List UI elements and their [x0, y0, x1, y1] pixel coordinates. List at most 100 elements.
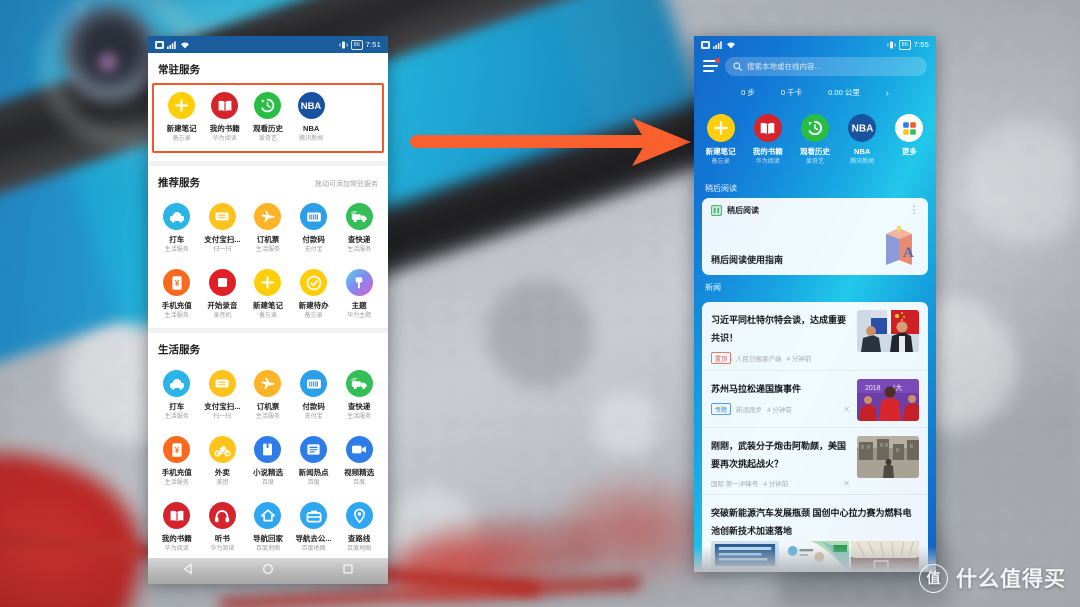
shortcut-name: 新建笔记	[705, 147, 736, 156]
delivery-truck-icon	[345, 203, 373, 230]
life-services-row-1: 打车 生活服务 支付宝扫... 扫一扫 订机票 生活服务 付款码 支付宝 查快递…	[148, 363, 388, 429]
news-list-item[interactable]: 刚刚，武装分子炮击阿勒颇，美国要再次挑起战火？ 国际 第一冲锋号 4 分钟前 ✕	[702, 428, 928, 495]
service-source: 生活服务	[164, 480, 189, 486]
hamburger-menu-icon[interactable]	[703, 58, 720, 73]
service-tile[interactable]: 付款码 支付宝	[291, 363, 337, 429]
watermark-text: 什么值得买	[956, 568, 1066, 591]
left-phone-screenshot: 86 7:51 常驻服务 新建笔记 备忘录 我的书籍 华为阅读 观看历史 爱奇艺…	[148, 36, 388, 584]
news-list-item[interactable]: 苏州马拉松递国旗事件 专题 新浪跑步 4 分钟前 ✕ 2018 (大	[702, 371, 928, 428]
plus-icon	[254, 269, 282, 296]
service-source: 录音机	[213, 313, 232, 319]
service-tile[interactable]: 新建待办 备忘录	[291, 262, 337, 328]
news-list-item[interactable]: 习近平同杜特尔特会谈，达成重要共识！ 置顶 人民日报客户端 4 分钟前	[702, 302, 928, 371]
news-tag: 置顶	[711, 352, 732, 364]
more-vertical-icon[interactable]: ⋮	[909, 205, 919, 215]
service-tile[interactable]: ¥ 手机充值 生活服务	[154, 429, 200, 495]
service-tile[interactable]: 开始录音 录音机	[200, 262, 246, 328]
scan-icon	[208, 370, 236, 397]
service-tile[interactable]: 我的书籍 华为阅读	[203, 85, 246, 151]
service-name: 导航去公...	[295, 534, 332, 543]
back-triangle-icon[interactable]	[182, 562, 194, 580]
shortcut-tile-more[interactable]: 更多	[886, 107, 933, 174]
service-name: 查快递	[347, 402, 371, 411]
service-tile[interactable]: 新闻热点 百度	[291, 429, 337, 495]
service-tile[interactable]: 外卖 美团	[200, 429, 246, 495]
service-tile[interactable]: 听书 华为阅读	[200, 495, 246, 561]
service-name: NBA	[303, 124, 320, 133]
news-source: 国际 第一冲锋号	[711, 481, 759, 488]
shortcut-tile[interactable]: 新建笔记 备忘录	[697, 107, 744, 174]
service-name: 新建待办	[298, 301, 329, 310]
service-tile[interactable]: 主题 华为主题	[336, 262, 382, 328]
service-source: 生活服务	[347, 414, 372, 420]
service-tile[interactable]: 查快递 生活服务	[336, 196, 382, 262]
service-tile[interactable]: NBA NBA 腾讯新闻	[290, 85, 333, 151]
theme-brush-icon	[345, 269, 373, 296]
clock-time: 7:51	[365, 40, 381, 49]
service-name: 新建笔记	[166, 124, 197, 133]
right-phone-screenshot: 86 7:55 搜索本地或在线内容... 0 步 0 千卡 0.00 公里 ›	[694, 36, 936, 572]
service-tile[interactable]: 打车 生活服务	[154, 196, 200, 262]
service-tile[interactable]: 支付宝扫... 扫一扫	[200, 196, 246, 262]
svg-text:¥: ¥	[175, 279, 180, 288]
service-name: 新建笔记	[252, 301, 283, 310]
shortcut-name: 我的书籍	[752, 147, 783, 156]
service-tile[interactable]: 我的书籍 华为阅读	[154, 495, 200, 561]
recents-square-icon[interactable]	[342, 562, 354, 580]
news-title: 习近平同杜特尔特会谈，达成重要共识！	[711, 315, 847, 343]
service-tile[interactable]: 订机票 生活服务	[245, 196, 291, 262]
briefcase-icon	[300, 502, 328, 529]
shortcut-source: 备忘录	[711, 159, 730, 165]
news-list-item[interactable]: 突破新能源汽车发展瓶颈 国创中心拉力赛为燃料电池创新技术加速落地	[702, 495, 928, 572]
service-tile[interactable]: 支付宝扫... 扫一扫	[200, 363, 246, 429]
service-tile[interactable]: 查快递 生活服务	[336, 363, 382, 429]
signal-bars-icon	[713, 40, 722, 49]
life-services-row-2: ¥ 手机充值 生活服务 外卖 美团 小说精选 百度 新闻热点 百度 视频精选 百…	[148, 429, 388, 495]
screenshot-canvas: 86 7:51 常驻服务 新建笔记 备忘录 我的书籍 华为阅读 观看历史 爱奇艺…	[0, 0, 1080, 607]
shortcut-tile[interactable]: NBA NBA 腾讯新闻	[839, 107, 886, 174]
service-tile[interactable]: 观看历史 爱奇艺	[246, 85, 289, 151]
news-item-text: 突破新能源汽车发展瓶颈 国创中心拉力赛为燃料电池创新技术加速落地	[702, 495, 928, 541]
check-circle-icon	[300, 269, 328, 296]
shortcut-tile[interactable]: 我的书籍 华为阅读	[744, 107, 791, 174]
service-tile[interactable]: 打车 生活服务	[154, 363, 200, 429]
service-name: 开始录音	[207, 301, 238, 310]
service-tile[interactable]: 导航回家 百度地图	[245, 495, 291, 561]
home-circle-icon[interactable]	[262, 562, 274, 580]
news-thumbnail	[711, 541, 779, 572]
calories-value: 0	[780, 88, 786, 97]
service-source: 百度	[353, 480, 366, 486]
service-tile[interactable]: 新建笔记 备忘录	[245, 262, 291, 328]
service-tile[interactable]: 付款码 支付宝	[291, 196, 337, 262]
close-icon[interactable]: ✕	[843, 479, 850, 488]
service-tile[interactable]: 小说精选 百度	[245, 429, 291, 495]
book-icon	[211, 92, 239, 119]
service-name: 听书	[214, 534, 230, 543]
left-phone-content: 常驻服务 新建笔记 备忘录 我的书籍 华为阅读 观看历史 爱奇艺 NBA NBA…	[148, 53, 388, 584]
shortcut-name: NBA	[854, 147, 871, 156]
section-title-recommended-services: 推荐服务	[158, 177, 200, 189]
close-icon[interactable]: ✕	[843, 405, 850, 414]
calories-unit: 千卡	[787, 88, 803, 97]
health-stats-row[interactable]: 0 步 0 千卡 0.00 公里 ›	[694, 76, 936, 107]
read-later-card[interactable]: 稍后阅读 ⋮ 稍后阅读使用指南 A	[702, 198, 928, 275]
service-tile[interactable]: 订机票 生活服务	[245, 363, 291, 429]
service-tile[interactable]: 导航去公... 百度地图	[291, 495, 337, 561]
chevron-right-icon[interactable]: ›	[886, 88, 889, 98]
android-navigation-bar	[148, 558, 388, 584]
search-icon	[733, 62, 742, 71]
search-input[interactable]: 搜索本地或在线内容...	[725, 57, 927, 76]
news-item-text: 习近平同杜特尔特会谈，达成重要共识！ 置顶 人民日报客户端 4 分钟前	[711, 310, 850, 364]
phone-recharge-icon: ¥	[163, 436, 191, 463]
service-source: 生活服务	[255, 414, 280, 420]
shortcut-tile[interactable]: 观看历史 爱奇艺	[791, 107, 838, 174]
service-tile[interactable]: 视频精选 百度	[336, 429, 382, 495]
news-card: 习近平同杜特尔特会谈，达成重要共识！ 置顶 人民日报客户端 4 分钟前 苏州马拉…	[702, 302, 928, 572]
news-source: 新浪跑步	[736, 407, 763, 414]
service-tile[interactable]: 查路线 百度地图	[336, 495, 382, 561]
read-later-icon	[711, 205, 722, 216]
news-thumbnail: 2018 (大	[857, 379, 919, 421]
service-tile[interactable]: ¥ 手机充值 生活服务	[154, 262, 200, 328]
service-name: 打车	[169, 235, 185, 244]
service-tile[interactable]: 新建笔记 备忘录	[160, 85, 203, 151]
